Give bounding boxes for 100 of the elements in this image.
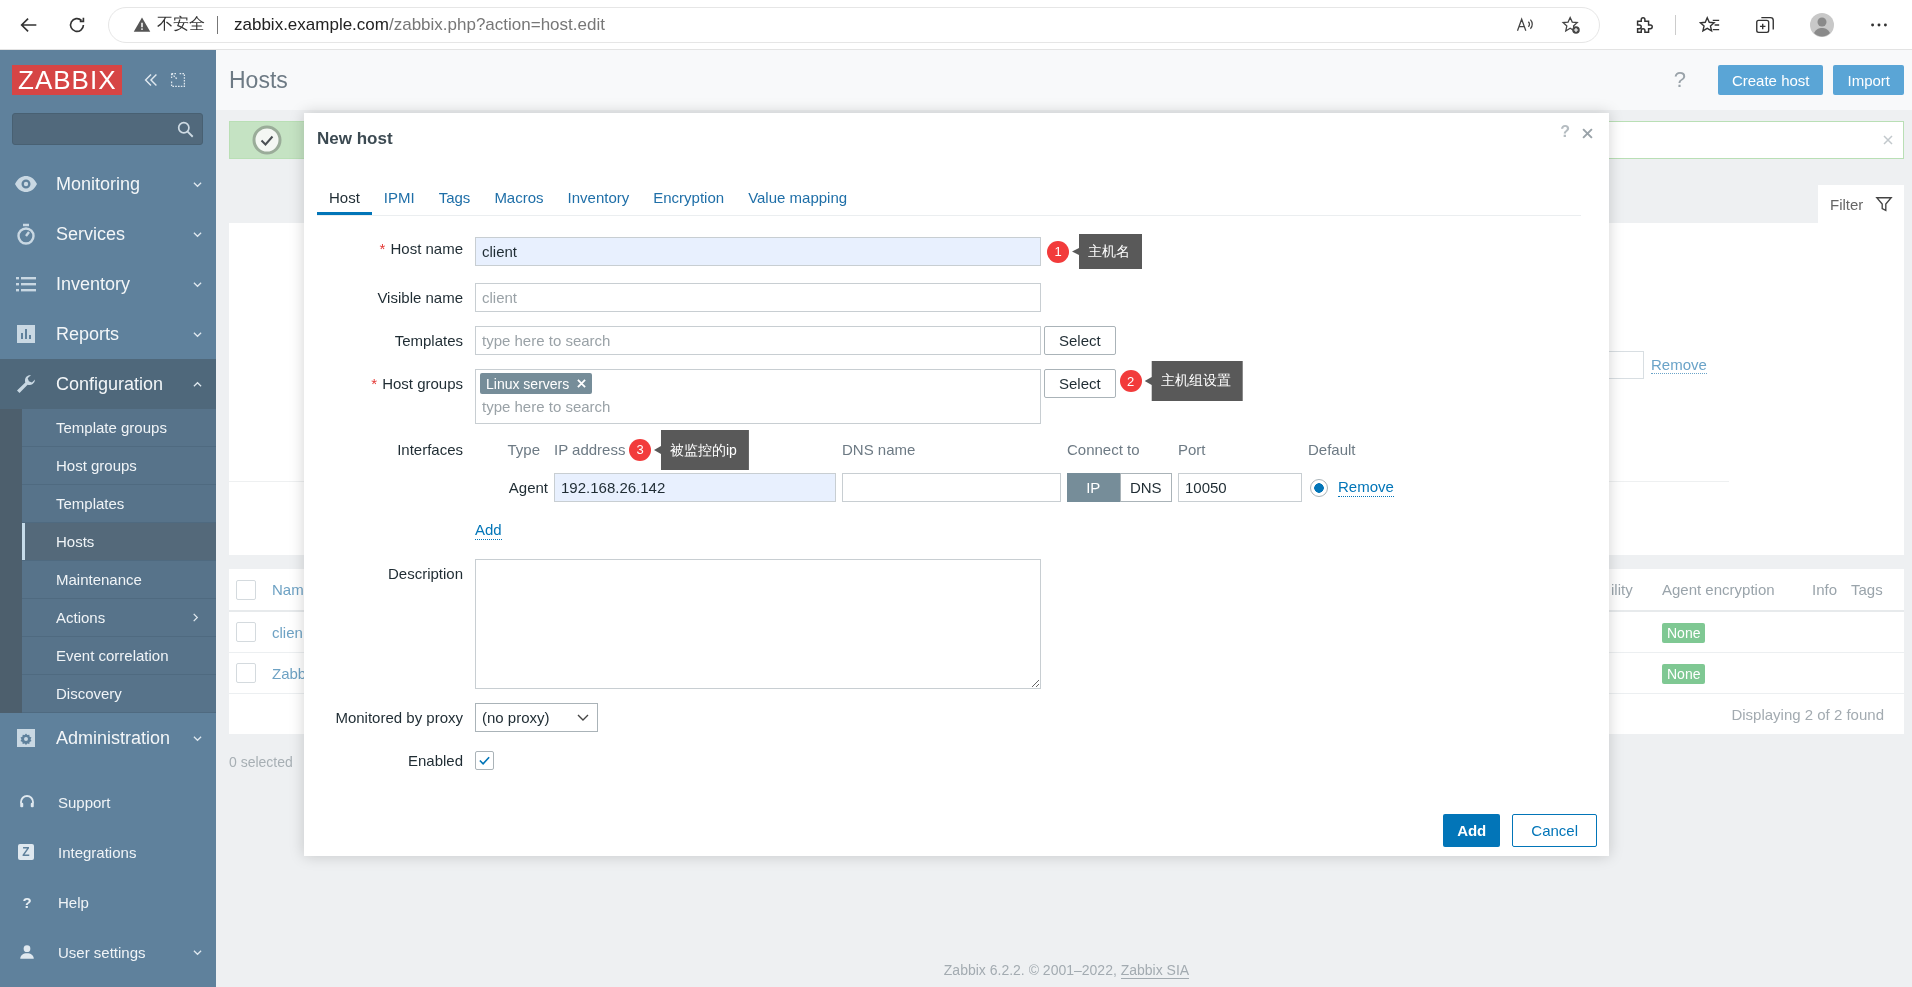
user-icon — [18, 943, 36, 961]
menu-item[interactable]: Services — [0, 209, 216, 259]
sidebar-link[interactable]: User settings — [0, 927, 216, 977]
column-header: Default — [1308, 440, 1357, 460]
field-label: * Host name — [378, 239, 463, 259]
tab[interactable]: Host — [317, 181, 372, 215]
callout-label: 主机名 — [1072, 234, 1142, 269]
cancel-button[interactable]: Cancel — [1512, 814, 1597, 847]
field-label: Enabled — [406, 751, 463, 771]
favorite-add-icon[interactable] — [1561, 14, 1581, 35]
column-header: Port — [1178, 440, 1207, 460]
bar-chart-icon — [14, 322, 38, 346]
callout-label: 主机组设置 — [1144, 361, 1243, 401]
column-header: DNS name — [842, 440, 917, 460]
encryption-tag: None — [1662, 663, 1706, 684]
tab[interactable]: Encryption — [641, 181, 737, 215]
tab[interactable]: Tags — [426, 181, 483, 215]
submenu-item[interactable]: Template groups — [22, 409, 216, 447]
header-button[interactable]: Create host — [1717, 65, 1824, 95]
add-button[interactable]: Add — [1443, 814, 1501, 847]
dialog-title: New host — [317, 129, 393, 149]
chevron-right-icon — [191, 613, 200, 622]
header-button[interactable]: Import — [1833, 65, 1904, 95]
submenu-item[interactable]: Host groups — [22, 447, 216, 485]
field-label: Interfaces — [396, 440, 463, 460]
footer-text: Zabbix 6.2.2. © 2001–2022, Zabbix SIA — [943, 962, 1190, 978]
interface-type: Agent — [507, 479, 548, 496]
tab[interactable]: IPMI — [371, 181, 427, 215]
tab[interactable]: Value mapping — [736, 181, 860, 215]
proxy-dropdown[interactable]: (no proxy) — [475, 703, 598, 732]
remove-icon[interactable] — [577, 379, 587, 388]
select-button[interactable]: Select — [1044, 369, 1116, 398]
kiosk-icon[interactable] — [170, 72, 187, 88]
connect-option[interactable]: IP — [1067, 473, 1120, 502]
sidebar-link[interactable]: ? Help — [0, 877, 216, 927]
remove-link[interactable]: Remove — [1651, 356, 1707, 374]
address-bar[interactable]: 不安全 zabbix.example.com/zabbix.php?action=host.edit — [108, 6, 1600, 43]
column-header: Tags — [1851, 581, 1884, 598]
visible-name-input[interactable]: client — [475, 283, 1041, 312]
submenu-item[interactable]: Templates — [22, 485, 216, 523]
integrations-icon: Z — [18, 844, 34, 860]
field-label: * Host groups — [370, 374, 463, 394]
number-badge: 2 — [1119, 370, 1142, 392]
submenu-item[interactable]: Event correlation — [22, 637, 216, 675]
tab[interactable]: Macros — [482, 181, 556, 215]
column-header: Type — [506, 440, 541, 460]
field-label: Description — [386, 564, 463, 584]
chevron-icon — [193, 379, 202, 389]
default-radio[interactable] — [1310, 478, 1328, 497]
table-summary: Displaying 2 of 2 found — [1731, 705, 1884, 723]
check-circle-icon — [252, 125, 282, 155]
selection-count: 0 selected — [229, 754, 293, 770]
menu-item[interactable]: Configuration — [0, 359, 216, 409]
connect-option[interactable]: DNS — [1119, 473, 1172, 502]
checkmark-icon — [478, 754, 491, 767]
submenu-item[interactable]: Actions — [22, 599, 216, 637]
menu-item[interactable]: Reports — [0, 309, 216, 359]
remove-link[interactable]: Remove — [1338, 478, 1394, 497]
tab[interactable]: Inventory — [555, 181, 642, 215]
menu-item[interactable]: Inventory — [0, 259, 216, 309]
profile-avatar-icon[interactable] — [1809, 11, 1835, 38]
host-groups-field[interactable]: Linux servers type here to search — [475, 369, 1041, 424]
field-label: Visible name — [376, 288, 463, 308]
warning-icon[interactable] — [133, 15, 151, 34]
number-badge: 1 — [1047, 240, 1069, 263]
checkbox[interactable] — [236, 663, 256, 683]
search-field[interactable] — [12, 113, 203, 145]
submenu-item[interactable]: Hosts — [22, 523, 216, 561]
menu-item[interactable]: Administration — [0, 713, 216, 763]
close-icon[interactable] — [1582, 128, 1593, 139]
filter-icon — [1875, 195, 1894, 213]
sidebar-link[interactable]: Support — [0, 777, 216, 827]
templates-input[interactable]: type here to search — [475, 326, 1041, 355]
port-input[interactable]: 10050 — [1178, 473, 1302, 502]
encryption-tag: None — [1662, 622, 1706, 643]
sidebar-link[interactable]: Z Integrations — [0, 827, 216, 877]
column-header: Connect to — [1067, 440, 1141, 460]
menu-item[interactable]: Monitoring — [0, 159, 216, 209]
group-tag: Linux servers — [480, 373, 593, 394]
column-header: IP address — [554, 440, 626, 460]
dns-name-input[interactable] — [842, 473, 1061, 502]
chevron-icon — [193, 179, 202, 189]
help-icon[interactable]: ? — [1673, 67, 1686, 93]
submenu-item[interactable]: Maintenance — [22, 561, 216, 599]
field-label: Monitored by proxy — [334, 708, 463, 728]
select-button[interactable]: Select — [1044, 326, 1116, 355]
column-header: Info — [1812, 581, 1839, 598]
add-interface-link[interactable]: Add — [475, 521, 502, 540]
search-icon[interactable] — [177, 120, 194, 138]
filter-tab[interactable]: Filter — [1818, 185, 1904, 223]
checkbox[interactable] — [236, 622, 256, 642]
submenu-item[interactable]: Discovery — [22, 675, 216, 713]
chevron-icon — [577, 713, 589, 722]
checkbox[interactable] — [236, 579, 256, 600]
logo[interactable]: ZABBIX — [12, 65, 123, 95]
wrench-icon — [14, 372, 38, 396]
enabled-checkbox[interactable] — [475, 751, 494, 770]
ip-address-input[interactable]: 192.168.26.142 — [554, 473, 836, 502]
chevron-icon — [193, 733, 202, 743]
host-name-input[interactable]: client — [475, 237, 1041, 266]
